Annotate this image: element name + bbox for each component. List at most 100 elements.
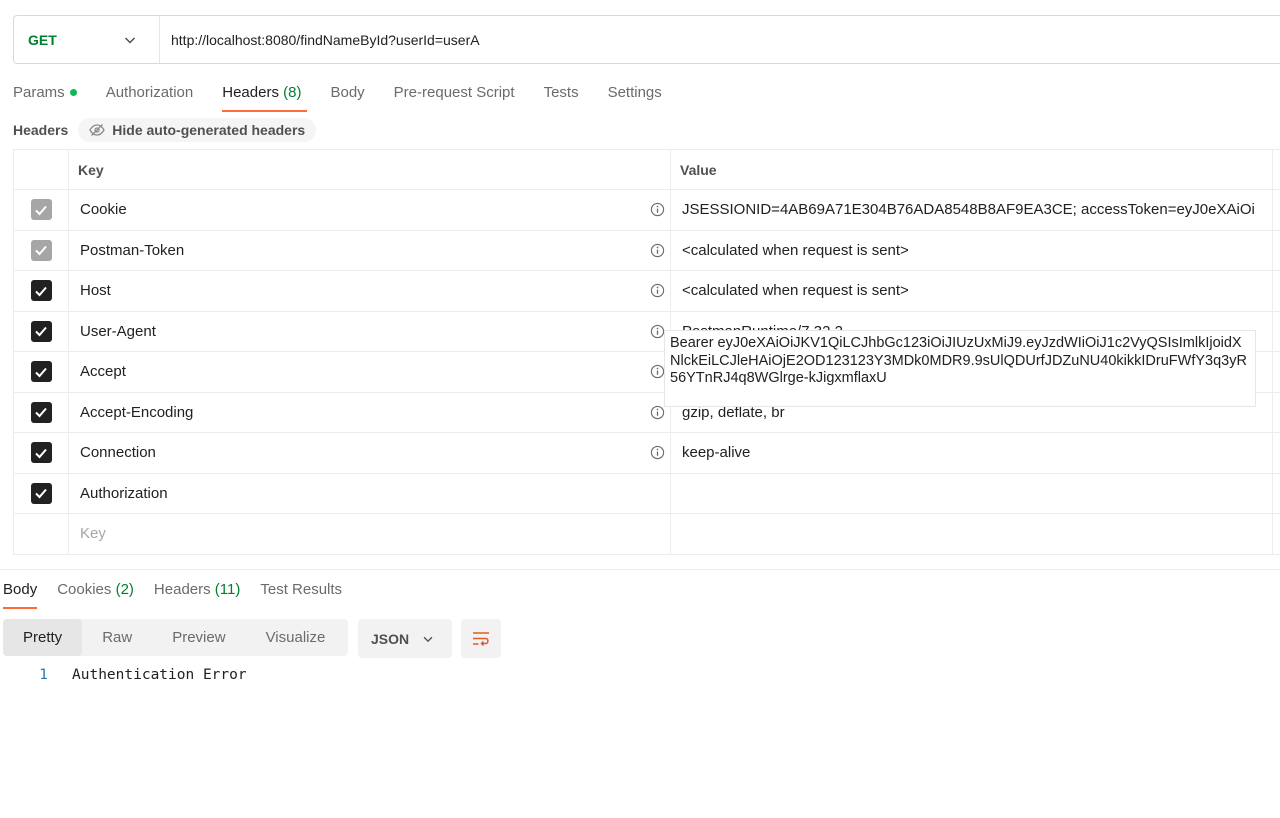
- tab-authorization-label: Authorization: [105, 84, 194, 101]
- header-key-cell[interactable]: Host: [69, 271, 671, 311]
- value-column-header: Value: [671, 150, 1273, 189]
- request-tabs: Params Authorization Headers (8) Body Pr…: [13, 82, 691, 112]
- tab-settings-label: Settings: [607, 84, 662, 101]
- checkbox-cell: [13, 473, 69, 513]
- response-tab-body-label: Body: [3, 581, 38, 598]
- info-icon[interactable]: [650, 283, 665, 298]
- info-icon[interactable]: [650, 405, 665, 420]
- hide-auto-generated-headers-button[interactable]: Hide auto-generated headers: [78, 118, 317, 142]
- tab-pre-request-script-label: Pre-request Script: [393, 84, 515, 101]
- header-checkbox[interactable]: [30, 199, 52, 221]
- headers-subheader: Headers Hide auto-generated headers: [13, 118, 317, 142]
- checkmark-icon: [35, 367, 47, 378]
- header-key: Host: [80, 282, 111, 300]
- wrap-lines-icon: [473, 631, 489, 646]
- language-select[interactable]: JSON: [358, 619, 452, 658]
- header-checkbox[interactable]: [30, 361, 52, 383]
- tab-body-label: Body: [330, 84, 365, 101]
- header-key: Cookie: [80, 201, 127, 219]
- header-key-cell[interactable]: Authorization: [69, 473, 671, 513]
- response-tab-cookies-label: Cookies: [57, 581, 112, 598]
- authorization-value-editor[interactable]: Bearer eyJ0eXAiOiJKV1QiLCJhbGc123iOiJIUz…: [664, 330, 1256, 407]
- tab-params-label: Params: [13, 84, 65, 101]
- header-checkbox[interactable]: [30, 320, 52, 342]
- header-checkbox[interactable]: [30, 401, 52, 423]
- header-key-cell[interactable]: Accept-Encoding: [69, 392, 671, 432]
- new-key-input[interactable]: Key: [69, 514, 671, 554]
- table-row-new: Key: [13, 514, 1280, 555]
- header-checkbox[interactable]: [30, 280, 52, 302]
- wrap-lines-button[interactable]: [461, 619, 501, 658]
- eye-off-icon: [89, 124, 106, 136]
- header-key: Postman-Token: [80, 241, 185, 259]
- checkbox-cell: [13, 352, 69, 392]
- format-raw-button[interactable]: Raw: [82, 619, 152, 656]
- header-checkbox[interactable]: [30, 442, 52, 464]
- section-divider: [0, 569, 1280, 570]
- new-value-input[interactable]: [671, 514, 1273, 554]
- format-preview-button[interactable]: Preview: [152, 619, 245, 656]
- checkbox-cell: [13, 433, 69, 473]
- tab-params[interactable]: Params: [13, 82, 77, 112]
- method-label: GET: [28, 31, 57, 48]
- tab-pre-request-script[interactable]: Pre-request Script: [394, 82, 515, 112]
- checkbox-cell: [13, 271, 69, 311]
- checkmark-icon: [35, 205, 47, 216]
- header-key-cell[interactable]: Cookie: [69, 190, 671, 230]
- header-checkbox[interactable]: [30, 239, 52, 261]
- tab-body[interactable]: Body: [330, 82, 364, 112]
- checkmark-icon: [35, 327, 47, 337]
- response-tab-body[interactable]: Body: [3, 579, 38, 609]
- info-icon[interactable]: [650, 445, 665, 460]
- url-input[interactable]: [171, 31, 1071, 48]
- params-indicator-dot: [69, 88, 77, 96]
- header-value-cell[interactable]: <calculated when request is sent>: [671, 230, 1273, 270]
- tab-tests-label: Tests: [543, 84, 579, 101]
- tab-headers-count: (8): [283, 84, 302, 101]
- header-key: User-Agent: [80, 322, 156, 340]
- info-icon[interactable]: [650, 202, 665, 217]
- response-tab-headers-count: (11): [214, 581, 241, 598]
- header-checkbox[interactable]: [30, 482, 52, 504]
- response-tab-headers[interactable]: Headers (11): [154, 579, 240, 609]
- info-icon[interactable]: [650, 324, 665, 339]
- response-tab-cookies-count: (2): [115, 581, 134, 598]
- response-tab-cookies[interactable]: Cookies (2): [57, 579, 134, 609]
- header-value-cell[interactable]: <calculated when request is sent>: [671, 271, 1273, 311]
- header-key-cell[interactable]: User-Agent: [69, 311, 671, 351]
- tab-headers[interactable]: Headers (8): [222, 82, 308, 112]
- header-key-cell[interactable]: Connection: [69, 433, 671, 473]
- response-tab-test-results[interactable]: Test Results: [260, 579, 342, 609]
- checkmark-icon: [35, 448, 47, 459]
- table-row: Postman-Token <calculated when request i…: [13, 230, 1280, 271]
- table-row: Connection keep-alive: [13, 433, 1280, 474]
- table-row: Cookie JSESSIONID=4AB69A71E304B76ADA8548…: [13, 190, 1280, 231]
- checkbox-cell: [13, 392, 69, 432]
- tab-authorization[interactable]: Authorization: [106, 82, 194, 112]
- header-value-cell[interactable]: keep-alive: [671, 433, 1273, 473]
- checkmark-icon: [35, 408, 47, 418]
- line-number: 1: [39, 667, 48, 683]
- header-key-cell[interactable]: Postman-Token: [69, 230, 671, 270]
- info-icon[interactable]: [650, 364, 665, 379]
- header-value-cell[interactable]: [671, 473, 1273, 513]
- response-tab-headers-label: Headers: [153, 581, 211, 598]
- hide-auto-generated-headers-label: Hide auto-generated headers: [112, 122, 306, 138]
- chevron-down-icon: [423, 636, 433, 642]
- format-visualize-button[interactable]: Visualize: [246, 619, 346, 656]
- header-key: Accept-Encoding: [80, 403, 194, 421]
- header-key-cell[interactable]: Accept: [69, 352, 671, 392]
- method-select[interactable]: GET: [14, 16, 160, 63]
- info-icon[interactable]: [650, 243, 665, 258]
- response-body-text[interactable]: Authentication Error: [72, 667, 247, 683]
- table-header-row: Key Value: [13, 150, 1280, 190]
- tab-tests[interactable]: Tests: [544, 82, 579, 112]
- key-placeholder: Key: [80, 525, 106, 543]
- checkmark-icon: [35, 246, 47, 256]
- checkbox-cell-empty: [13, 514, 69, 554]
- header-value-cell[interactable]: JSESSIONID=4AB69A71E304B76ADA8548B8AF9EA…: [671, 190, 1273, 230]
- tab-settings[interactable]: Settings: [608, 82, 662, 112]
- format-pretty-button[interactable]: Pretty: [3, 619, 83, 656]
- chevron-down-icon: [124, 37, 136, 44]
- checkbox-cell: [13, 311, 69, 351]
